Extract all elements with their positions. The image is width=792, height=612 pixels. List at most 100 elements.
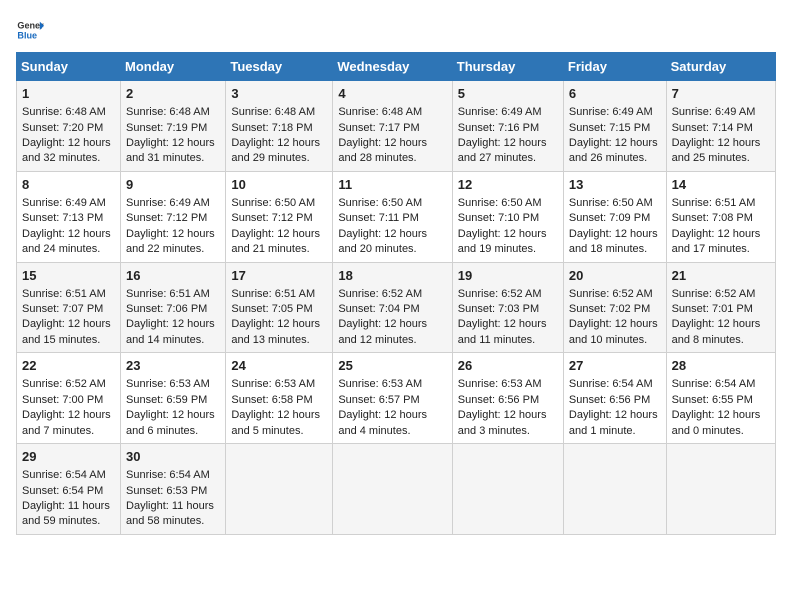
week-row-3: 15 Sunrise: 6:51 AM Sunset: 7:07 PM Dayligh… xyxy=(17,262,776,353)
day-number: 6 xyxy=(569,85,661,103)
calendar-cell xyxy=(333,444,452,535)
daylight: Daylight: 12 hours and 10 minutes. xyxy=(569,318,658,345)
calendar-cell xyxy=(452,444,563,535)
sunrise: Sunrise: 6:53 AM xyxy=(231,378,315,390)
sunset: Sunset: 7:15 PM xyxy=(569,122,650,134)
sunset: Sunset: 7:10 PM xyxy=(458,212,539,224)
calendar-cell: 3Sunrise: 6:48 AMSunset: 7:18 PMDaylight… xyxy=(226,81,333,172)
sunset: Sunset: 6:54 PM xyxy=(22,485,103,497)
daylight: Daylight: 12 hours and 5 minutes. xyxy=(231,409,320,436)
daylight: Daylight: 12 hours and 27 minutes. xyxy=(458,137,547,164)
sunrise: Sunrise: 6:52 AM xyxy=(338,288,422,300)
sunrise: Sunrise: 6:53 AM xyxy=(126,378,210,390)
calendar-cell: 2 Sunrise: 6:48 AM Sunset: 7:19 PM Daylight… xyxy=(121,81,226,172)
logo: General Blue xyxy=(16,16,48,44)
sunset: Sunset: 7:17 PM xyxy=(338,122,419,134)
sunset: Sunset: 7:19 PM xyxy=(126,122,207,134)
calendar-cell: 17Sunrise: 6:51 AMSunset: 7:05 PMDayligh… xyxy=(226,262,333,353)
daylight: Daylight: 12 hours and 13 minutes. xyxy=(231,318,320,345)
day-number: 11 xyxy=(338,176,446,194)
sunset: Sunset: 7:12 PM xyxy=(126,212,207,224)
sunrise: Sunrise: 6:54 AM xyxy=(569,378,653,390)
calendar-cell: 4Sunrise: 6:48 AMSunset: 7:17 PMDaylight… xyxy=(333,81,452,172)
day-number: 12 xyxy=(458,176,558,194)
sunrise: Sunrise: 6:48 AM xyxy=(126,106,210,118)
calendar-cell: 23Sunrise: 6:53 AMSunset: 6:59 PMDayligh… xyxy=(121,353,226,444)
calendar-cell: 15Sunrise: 6:51 AMSunset: 7:07 PMDayligh… xyxy=(17,262,121,353)
calendar-cell xyxy=(563,444,666,535)
sunrise: Sunrise: 6:48 AM xyxy=(22,106,106,118)
day-number: 2 xyxy=(126,85,220,103)
sunset: Sunset: 7:07 PM xyxy=(22,303,103,315)
column-header-tuesday: Tuesday xyxy=(226,53,333,81)
svg-text:Blue: Blue xyxy=(17,30,37,40)
sunset: Sunset: 6:53 PM xyxy=(126,485,207,497)
sunset: Sunset: 7:14 PM xyxy=(672,122,753,134)
sunrise: Sunrise: 6:48 AM xyxy=(231,106,315,118)
sunset: Sunset: 7:02 PM xyxy=(569,303,650,315)
calendar-cell xyxy=(666,444,775,535)
daylight: Daylight: 11 hours and 59 minutes. xyxy=(22,500,110,527)
sunset: Sunset: 6:56 PM xyxy=(569,394,650,406)
calendar-cell xyxy=(226,444,333,535)
sunset: Sunset: 7:16 PM xyxy=(458,122,539,134)
sunset: Sunset: 7:11 PM xyxy=(338,212,419,224)
daylight: Daylight: 12 hours and 31 minutes. xyxy=(126,137,215,164)
sunrise: Sunrise: 6:52 AM xyxy=(672,288,756,300)
calendar-cell: 8Sunrise: 6:49 AMSunset: 7:13 PMDaylight… xyxy=(17,171,121,262)
calendar-cell: 21Sunrise: 6:52 AMSunset: 7:01 PMDayligh… xyxy=(666,262,775,353)
daylight: Daylight: 12 hours and 6 minutes. xyxy=(126,409,215,436)
daylight: Daylight: 12 hours and 21 minutes. xyxy=(231,228,320,255)
sunrise: Sunrise: 6:52 AM xyxy=(22,378,106,390)
daylight: Daylight: 12 hours and 29 minutes. xyxy=(231,137,320,164)
day-number: 24 xyxy=(231,357,327,375)
daylight: Daylight: 12 hours and 14 minutes. xyxy=(126,318,215,345)
sunrise: Sunrise: 6:51 AM xyxy=(672,197,756,209)
column-header-monday: Monday xyxy=(121,53,226,81)
day-number: 1 xyxy=(22,85,115,103)
daylight: Daylight: 12 hours and 17 minutes. xyxy=(672,228,761,255)
sunrise: Sunrise: 6:50 AM xyxy=(569,197,653,209)
sunrise: Sunrise: 6:49 AM xyxy=(22,197,106,209)
column-header-wednesday: Wednesday xyxy=(333,53,452,81)
sunset: Sunset: 6:55 PM xyxy=(672,394,753,406)
day-number: 3 xyxy=(231,85,327,103)
day-number: 15 xyxy=(22,267,115,285)
sunset: Sunset: 7:08 PM xyxy=(672,212,753,224)
day-number: 30 xyxy=(126,448,220,466)
day-number: 10 xyxy=(231,176,327,194)
daylight: Daylight: 12 hours and 22 minutes. xyxy=(126,228,215,255)
daylight: Daylight: 12 hours and 15 minutes. xyxy=(22,318,111,345)
day-number: 27 xyxy=(569,357,661,375)
day-number: 22 xyxy=(22,357,115,375)
day-number: 25 xyxy=(338,357,446,375)
day-number: 7 xyxy=(672,85,770,103)
sunrise: Sunrise: 6:49 AM xyxy=(569,106,653,118)
daylight: Daylight: 12 hours and 7 minutes. xyxy=(22,409,111,436)
day-number: 5 xyxy=(458,85,558,103)
sunset: Sunset: 7:01 PM xyxy=(672,303,753,315)
daylight: Daylight: 11 hours and 58 minutes. xyxy=(126,500,214,527)
calendar-header: SundayMondayTuesdayWednesdayThursdayFrid… xyxy=(17,53,776,81)
calendar-cell: 30Sunrise: 6:54 AMSunset: 6:53 PMDayligh… xyxy=(121,444,226,535)
sunset: Sunset: 6:56 PM xyxy=(458,394,539,406)
sunrise: Sunrise: 6:53 AM xyxy=(458,378,542,390)
calendar-cell: 12Sunrise: 6:50 AMSunset: 7:10 PMDayligh… xyxy=(452,171,563,262)
calendar-cell: 22 Sunrise: 6:52 AM Sunset: 7:00 PM Dayligh… xyxy=(17,353,121,444)
page-header: General Blue xyxy=(16,16,776,44)
sunset: Sunset: 7:00 PM xyxy=(22,394,103,406)
sunset: Sunset: 7:05 PM xyxy=(231,303,312,315)
daylight: Daylight: 12 hours and 26 minutes. xyxy=(569,137,658,164)
calendar-cell: 11Sunrise: 6:50 AMSunset: 7:11 PMDayligh… xyxy=(333,171,452,262)
sunrise: Sunrise: 6:51 AM xyxy=(126,288,210,300)
daylight: Daylight: 12 hours and 18 minutes. xyxy=(569,228,658,255)
day-number: 19 xyxy=(458,267,558,285)
day-number: 28 xyxy=(672,357,770,375)
sunset: Sunset: 6:59 PM xyxy=(126,394,207,406)
sunrise: Sunrise: 6:49 AM xyxy=(458,106,542,118)
sunset: Sunset: 7:13 PM xyxy=(22,212,103,224)
day-number: 26 xyxy=(458,357,558,375)
week-row-1: 1Sunrise: 6:48 AMSunset: 7:20 PMDaylight… xyxy=(17,81,776,172)
calendar-cell: 14Sunrise: 6:51 AMSunset: 7:08 PMDayligh… xyxy=(666,171,775,262)
calendar-body: 1Sunrise: 6:48 AMSunset: 7:20 PMDaylight… xyxy=(17,81,776,535)
